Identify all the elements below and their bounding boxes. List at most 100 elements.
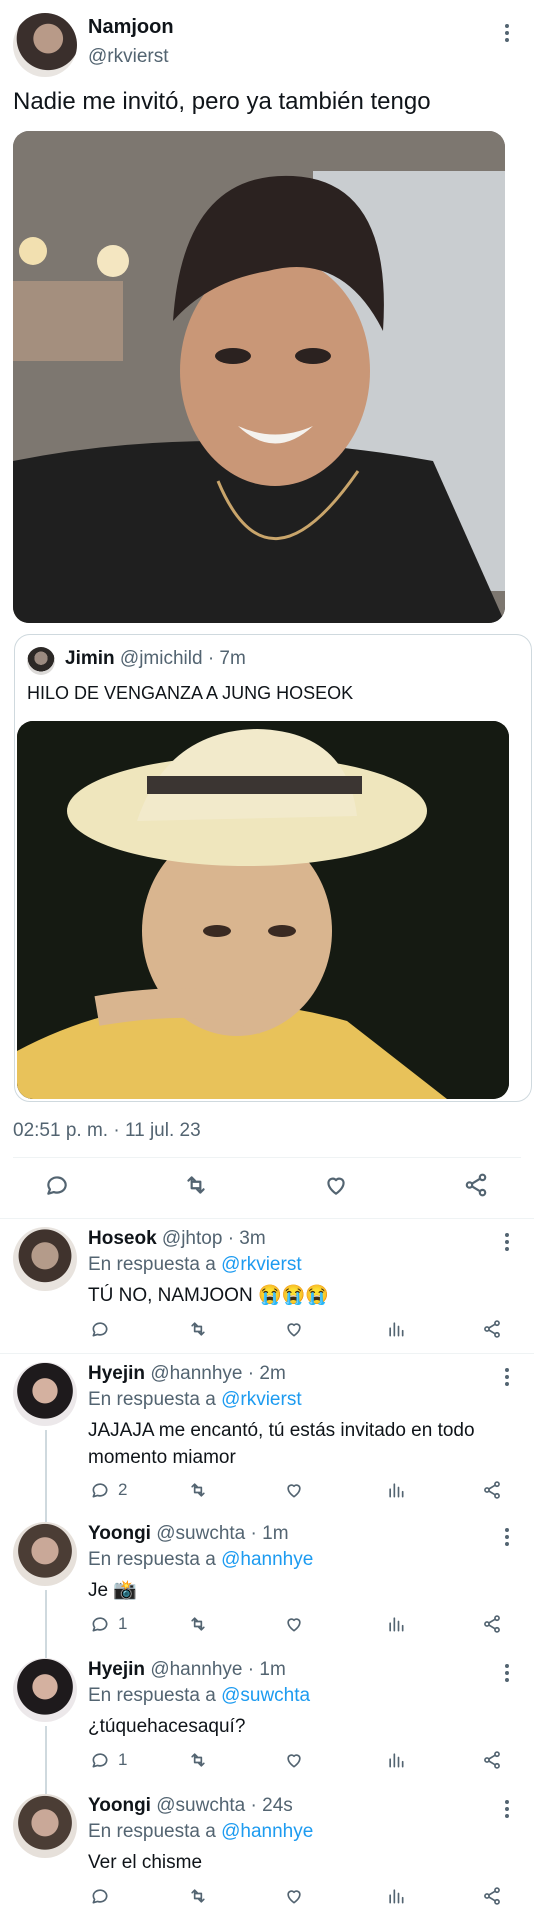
reply-tweet[interactable]: Yoongi @suwchta · 1m En respuesta a @han… — [0, 1514, 534, 1650]
retweet-button[interactable] — [187, 1319, 209, 1339]
reply-button[interactable] — [90, 1886, 118, 1906]
retweet-icon — [191, 1322, 205, 1336]
reply-tweet[interactable]: Hoseok @jhtop · 3m En respuesta a @rkvie… — [0, 1219, 534, 1353]
reply-tweet[interactable]: Yoongi @suwchta · 24s En respuesta a @ha… — [0, 1786, 534, 1920]
share-button[interactable] — [482, 1750, 502, 1770]
more-options-icon[interactable] — [505, 1528, 509, 1549]
views-button[interactable] — [386, 1750, 406, 1770]
reply-author-name[interactable]: Hoseok — [88, 1228, 157, 1249]
more-options-icon[interactable] — [505, 1233, 509, 1254]
views-button[interactable] — [386, 1886, 406, 1906]
reply-author-handle[interactable]: @hannhye — [150, 1363, 242, 1384]
share-icon — [484, 1615, 500, 1633]
reply-author-name[interactable]: Hyejin — [88, 1659, 145, 1680]
speech-bubble-icon — [47, 1176, 67, 1195]
reply-button[interactable] — [44, 1172, 70, 1198]
reply-to-link[interactable]: @rkvierst — [221, 1254, 302, 1275]
author-name[interactable]: Namjoon — [88, 16, 174, 39]
retweet-icon — [191, 1617, 205, 1631]
heart-icon — [287, 1323, 301, 1337]
reply-text: ¿túquehacesaquí? — [88, 1716, 246, 1737]
retweet-button[interactable] — [187, 1886, 209, 1906]
reply-text: Ver el chisme — [88, 1852, 203, 1873]
reply-author-handle[interactable]: @suwchta — [156, 1523, 245, 1544]
share-button[interactable] — [463, 1172, 489, 1198]
reply-avatar[interactable] — [13, 1362, 77, 1426]
reply-button[interactable]: 2 — [90, 1480, 127, 1500]
tweet-timestamp[interactable]: 02:51 p. m. · 11 jul. 23 — [13, 1120, 201, 1142]
reply-to-link[interactable]: @hannhye — [221, 1549, 313, 1570]
quoted-handle[interactable]: @jmichild — [120, 648, 203, 669]
like-button[interactable] — [284, 1319, 304, 1339]
reply-author-name[interactable]: Yoongi — [88, 1523, 151, 1544]
speech-bubble-icon — [92, 1889, 108, 1904]
like-button[interactable] — [323, 1172, 349, 1198]
share-button[interactable] — [482, 1319, 502, 1339]
retweet-button[interactable] — [187, 1750, 209, 1770]
share-icon — [484, 1320, 500, 1338]
views-button[interactable] — [386, 1319, 406, 1339]
like-button[interactable] — [284, 1886, 304, 1906]
more-options-icon[interactable] — [505, 1664, 509, 1685]
reply-text: JAJAJA me encantó, tú estás invitado en … — [88, 1420, 475, 1468]
share-icon — [465, 1173, 487, 1197]
reply-avatar[interactable] — [13, 1658, 77, 1722]
divider — [13, 1157, 521, 1158]
reply-tweet[interactable]: Hyejin @hannhye · 1m En respuesta a @suw… — [0, 1650, 534, 1786]
reply-time: · 1m — [250, 1523, 289, 1544]
retweet-icon — [191, 1753, 205, 1767]
share-icon — [484, 1751, 500, 1769]
share-button[interactable] — [482, 1886, 502, 1906]
reply-button[interactable]: 1 — [90, 1750, 127, 1770]
quoted-photo[interactable] — [17, 721, 509, 1099]
quoted-tweet[interactable]: Jimin @jmichild · 7m HILO DE VENGANZA A … — [14, 634, 532, 1102]
retweet-icon — [187, 1176, 205, 1194]
more-options-icon[interactable] — [505, 1800, 509, 1821]
speech-bubble-icon — [92, 1753, 108, 1768]
person-illustration — [13, 131, 505, 623]
reply-to-link[interactable]: @hannhye — [221, 1821, 313, 1842]
reply-author-handle[interactable]: @hannhye — [150, 1659, 242, 1680]
reply-tweet[interactable]: Hyejin @hannhye · 2m En respuesta a @rkv… — [0, 1354, 534, 1514]
speech-bubble-icon — [92, 1322, 108, 1337]
reply-time: · 1m — [247, 1659, 286, 1680]
retweet-button[interactable] — [187, 1480, 209, 1500]
views-button[interactable] — [386, 1614, 406, 1634]
tweet-text: Nadie me invitó, pero ya también tengo — [13, 88, 431, 115]
more-options-icon[interactable] — [505, 24, 509, 45]
reply-context-label: En respuesta a — [88, 1549, 216, 1570]
heart-icon — [287, 1484, 301, 1498]
like-button[interactable] — [284, 1750, 304, 1770]
reply-author-handle[interactable]: @jhtop — [162, 1228, 223, 1249]
more-options-icon[interactable] — [505, 1368, 509, 1389]
heart-icon — [327, 1177, 345, 1195]
reply-context-label: En respuesta a — [88, 1254, 216, 1275]
author-handle[interactable]: @rkvierst — [88, 46, 169, 68]
reply-to-link[interactable]: @rkvierst — [221, 1389, 302, 1410]
quoted-avatar[interactable] — [27, 647, 55, 675]
reply-avatar[interactable] — [13, 1794, 77, 1858]
reply-button[interactable] — [90, 1319, 118, 1339]
reply-author-handle[interactable]: @suwchta — [156, 1795, 245, 1816]
retweet-button[interactable] — [182, 1172, 210, 1198]
reply-context-label: En respuesta a — [88, 1389, 216, 1410]
tweet-photo[interactable] — [13, 131, 505, 623]
reply-avatar[interactable] — [13, 1522, 77, 1586]
author-avatar[interactable] — [13, 13, 77, 77]
hat-person-illustration — [17, 721, 509, 1099]
reply-author-name[interactable]: Yoongi — [88, 1795, 151, 1816]
reply-button[interactable]: 1 — [90, 1614, 127, 1634]
share-button[interactable] — [482, 1480, 502, 1500]
reply-author-name[interactable]: Hyejin — [88, 1363, 145, 1384]
like-button[interactable] — [284, 1480, 304, 1500]
like-button[interactable] — [284, 1614, 304, 1634]
bar-chart-icon — [389, 1322, 404, 1337]
reply-text: TÚ NO, NAMJOON 😭😭😭 — [88, 1285, 329, 1306]
retweet-button[interactable] — [187, 1614, 209, 1634]
share-button[interactable] — [482, 1614, 502, 1634]
bar-chart-icon — [389, 1617, 404, 1632]
reply-to-link[interactable]: @suwchta — [221, 1685, 310, 1706]
quoted-name[interactable]: Jimin — [65, 648, 115, 669]
reply-avatar[interactable] — [13, 1227, 77, 1291]
views-button[interactable] — [386, 1480, 406, 1500]
